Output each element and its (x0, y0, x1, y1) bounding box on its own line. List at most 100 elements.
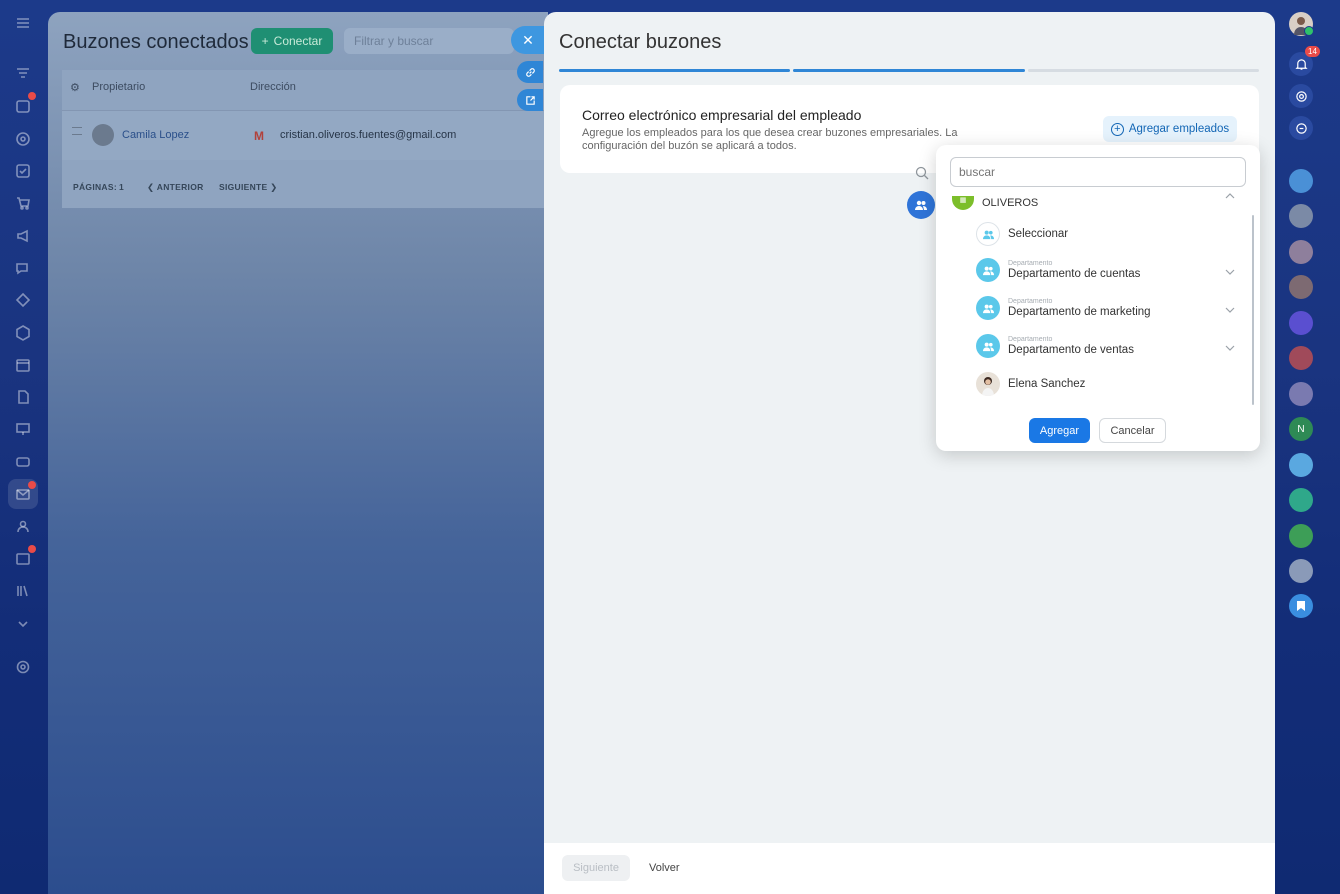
search-chat-icon[interactable] (1289, 116, 1313, 140)
chat-avatar-7[interactable] (1289, 382, 1313, 406)
prev-page-link[interactable]: ❮ ANTERIOR (147, 182, 204, 193)
cart-icon[interactable] (12, 192, 34, 214)
cards-icon[interactable] (12, 451, 34, 473)
org-node[interactable]: ▦ OLIVEROS (952, 193, 1038, 213)
mailboxes-table: ⚙ Propietario Dirección Camila Lopez M c… (62, 70, 548, 208)
gear-icon[interactable]: ⚙ (70, 81, 80, 94)
employee-selector-popup: ▦ OLIVEROS Seleccionar Departamento Depa… (936, 145, 1260, 451)
department-kind: Departamento (1008, 298, 1053, 305)
progress-step-2 (793, 69, 1025, 72)
plus-icon: + (261, 34, 269, 48)
target-icon[interactable] (12, 128, 34, 150)
mail-icon[interactable] (8, 479, 38, 509)
department-name: Departamento de ventas (1008, 344, 1134, 356)
next-button[interactable]: Siguiente (562, 855, 630, 881)
checklist-icon[interactable] (12, 160, 34, 182)
department-icon (976, 258, 1000, 282)
diamond-icon[interactable] (12, 289, 34, 311)
connect-button[interactable]: + Conectar (251, 28, 333, 54)
card-title: Correo electrónico empresarial del emple… (582, 107, 862, 123)
department-item-ventas[interactable]: Departamento Departamento de ventas (976, 334, 1134, 358)
close-panel-button[interactable]: ✕ (511, 26, 545, 54)
team-icon[interactable] (12, 515, 34, 537)
document-icon[interactable] (12, 386, 34, 408)
department-item-cuentas[interactable]: Departamento Departamento de cuentas (976, 258, 1140, 282)
row-menu-icon[interactable] (72, 127, 82, 135)
cancel-button[interactable]: Cancelar (1099, 418, 1166, 443)
add-employees-button[interactable]: + Agregar empleados (1103, 116, 1237, 142)
chat-avatar-1[interactable] (1289, 169, 1313, 193)
bell-icon[interactable]: 14 (1289, 46, 1320, 76)
select-all-item[interactable]: Seleccionar (976, 222, 1068, 246)
chat-avatar-10[interactable] (1289, 488, 1313, 512)
department-name: Departamento de marketing (1008, 306, 1151, 318)
select-label: Seleccionar (1008, 228, 1069, 240)
settings-icon[interactable] (12, 656, 34, 678)
department-kind: Departamento (1008, 336, 1053, 343)
chat-avatar-12[interactable] (1289, 559, 1313, 583)
employee-name: Elena Sanchez (1008, 378, 1086, 390)
table-row[interactable]: Camila Lopez M cristian.oliveros.fuentes… (62, 110, 548, 160)
progress-step-3 (1028, 69, 1259, 72)
chevron-down-icon[interactable] (1225, 305, 1235, 315)
inbox-icon[interactable] (12, 545, 36, 570)
avatar (92, 124, 114, 146)
presentation-icon[interactable] (12, 418, 34, 440)
plus-circle-icon: + (1110, 122, 1124, 136)
org-name: OLIVEROS (982, 197, 1039, 209)
hexagon-icon[interactable] (12, 322, 34, 344)
copilot-icon[interactable] (1289, 84, 1313, 108)
chat-avatar-4[interactable] (1289, 275, 1313, 299)
connect-label: Conectar (273, 34, 323, 48)
chat-avatar-3[interactable] (1289, 240, 1313, 264)
department-item-marketing[interactable]: Departamento Departamento de marketing (976, 296, 1151, 320)
page-title: Buzones conectados (63, 31, 249, 53)
chevron-down-icon[interactable] (1225, 267, 1235, 277)
chat-avatar-8[interactable]: N (1289, 417, 1313, 441)
add-button[interactable]: Agregar (1029, 418, 1090, 443)
employee-item[interactable]: Elena Sanchez (976, 372, 1085, 396)
popup-scrollbar[interactable] (1252, 215, 1254, 405)
filter-search-input[interactable]: Filtrar y buscar (344, 28, 514, 54)
tasks-icon[interactable] (12, 92, 36, 117)
back-button[interactable]: Volver (649, 862, 680, 874)
search-icon (915, 166, 929, 180)
panel-title: Conectar buzones (559, 31, 722, 53)
page-number[interactable]: 1 (119, 182, 124, 192)
user-avatar[interactable] (1289, 12, 1314, 36)
users-selector-button[interactable] (907, 191, 935, 219)
avatar (976, 372, 1000, 396)
column-header-owner[interactable]: Propietario (92, 81, 145, 93)
chat-avatar-9[interactable] (1289, 453, 1313, 477)
background-mailboxes-page: Buzones conectados + Conectar Filtrar y … (48, 12, 548, 894)
users-icon (976, 222, 1000, 246)
chevron-down-icon[interactable] (12, 613, 34, 635)
owner-name[interactable]: Camila Lopez (122, 129, 189, 141)
calendar-icon[interactable] (12, 354, 34, 376)
department-kind: Departamento (1008, 260, 1053, 267)
menu-icon[interactable] (12, 12, 34, 34)
chevron-down-icon[interactable] (1225, 343, 1235, 353)
search-input[interactable] (950, 157, 1246, 187)
department-icon (976, 334, 1000, 358)
next-page-link[interactable]: SIGUIENTE ❯ (219, 182, 278, 193)
books-icon[interactable] (12, 580, 34, 602)
chevron-up-icon[interactable] (1225, 193, 1235, 199)
gmail-icon: M (254, 129, 264, 143)
notifications-badge: 14 (1305, 46, 1320, 57)
users-icon (915, 200, 927, 210)
copy-link-button[interactable] (517, 61, 543, 83)
department-name: Departamento de cuentas (1008, 268, 1141, 280)
open-new-window-button[interactable] (517, 89, 543, 111)
funnel-icon[interactable] (12, 63, 34, 85)
chat-avatar-5[interactable] (1289, 311, 1313, 335)
right-rail: 14 N (1276, 0, 1340, 894)
chat-avatar-11[interactable] (1289, 524, 1313, 548)
column-header-address[interactable]: Dirección (250, 81, 296, 93)
chat-avatar-2[interactable] (1289, 204, 1313, 228)
chat-avatar-6[interactable] (1289, 346, 1313, 370)
megaphone-icon[interactable] (12, 225, 34, 247)
add-employees-label: Agregar empleados (1128, 123, 1230, 135)
bookmark-icon[interactable] (1289, 594, 1313, 618)
chat-icon[interactable] (12, 257, 34, 279)
